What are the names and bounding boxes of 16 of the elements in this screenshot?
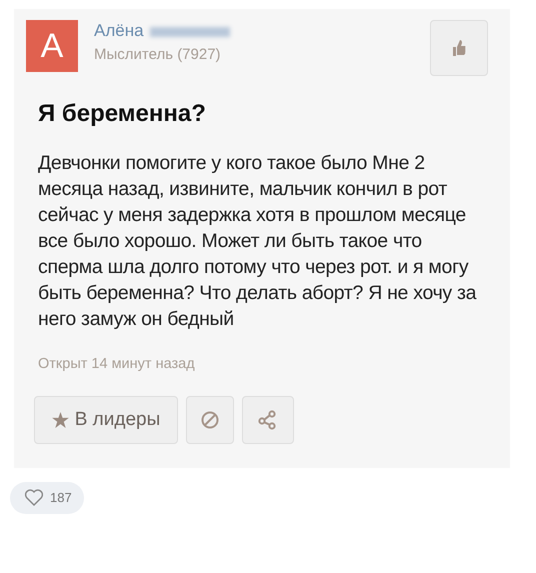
share-button[interactable] <box>242 396 294 444</box>
opened-time: Открыт 14 минут назад <box>38 355 196 374</box>
share-icon <box>258 410 278 430</box>
heart-icon <box>24 489 44 506</box>
like-button[interactable] <box>430 20 488 76</box>
author-name[interactable]: Алёна <box>94 21 144 40</box>
star-icon <box>52 412 69 428</box>
author-rank: Мыслитель (7927) <box>94 45 222 65</box>
block-button[interactable] <box>186 396 234 444</box>
block-icon <box>201 410 219 429</box>
question-title: Я беременна? <box>38 99 207 129</box>
question-text: Девчонки помогите у кого такое было Мне 2 месяца назад, извините, мальчик кончил в рот сейчас у меня задержка хотя в прошлом месяце все было хорошо. Может ли быть такое что сперма шла долго потому что через рот. и я могу быть беременна? Что делать аборт? Я не хочу за него замуж он бедный <box>38 151 478 332</box>
avatar[interactable]: A <box>26 20 78 72</box>
thumbs-up-icon <box>451 39 467 57</box>
leaders-button[interactable]: В лидеры <box>34 396 178 444</box>
like-counter[interactable]: 187 <box>10 482 84 514</box>
